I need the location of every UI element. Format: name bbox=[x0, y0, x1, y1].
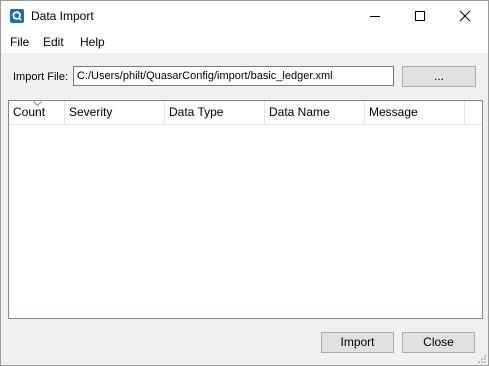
import-file-label: Import File: bbox=[13, 71, 69, 83]
import-button[interactable]: Import bbox=[321, 332, 394, 353]
minimize-icon bbox=[370, 16, 380, 17]
column-header-data-name[interactable]: Data Name bbox=[265, 101, 365, 124]
title-bar[interactable]: Data Import bbox=[1, 1, 488, 31]
column-header-message[interactable]: Message bbox=[365, 101, 465, 124]
window-title: Data Import bbox=[31, 9, 94, 23]
menu-bar: File Edit Help bbox=[1, 31, 488, 53]
maximize-button[interactable] bbox=[397, 1, 443, 31]
minimize-button[interactable] bbox=[352, 1, 398, 31]
quasar-app-icon bbox=[10, 9, 24, 23]
menu-help[interactable]: Help bbox=[80, 35, 105, 50]
close-icon bbox=[459, 10, 471, 22]
browse-button[interactable]: ... bbox=[402, 66, 476, 87]
maximize-icon bbox=[415, 11, 425, 21]
column-header-data-type[interactable]: Data Type bbox=[165, 101, 265, 124]
close-window-button[interactable] bbox=[442, 1, 488, 31]
results-table[interactable]: Count Severity Data Type Data Name Messa… bbox=[8, 100, 483, 319]
menu-file[interactable]: File bbox=[10, 35, 29, 50]
close-button[interactable]: Close bbox=[402, 332, 475, 353]
sort-indicator-icon bbox=[33, 101, 42, 106]
data-import-window: Data Import File Edit Help Import File: … bbox=[0, 0, 489, 366]
resize-grip-icon[interactable] bbox=[477, 354, 487, 364]
column-header-severity[interactable]: Severity bbox=[65, 101, 165, 124]
import-file-path-input[interactable] bbox=[73, 66, 394, 86]
menu-edit[interactable]: Edit bbox=[43, 35, 64, 50]
table-header: Count Severity Data Type Data Name Messa… bbox=[9, 101, 482, 125]
